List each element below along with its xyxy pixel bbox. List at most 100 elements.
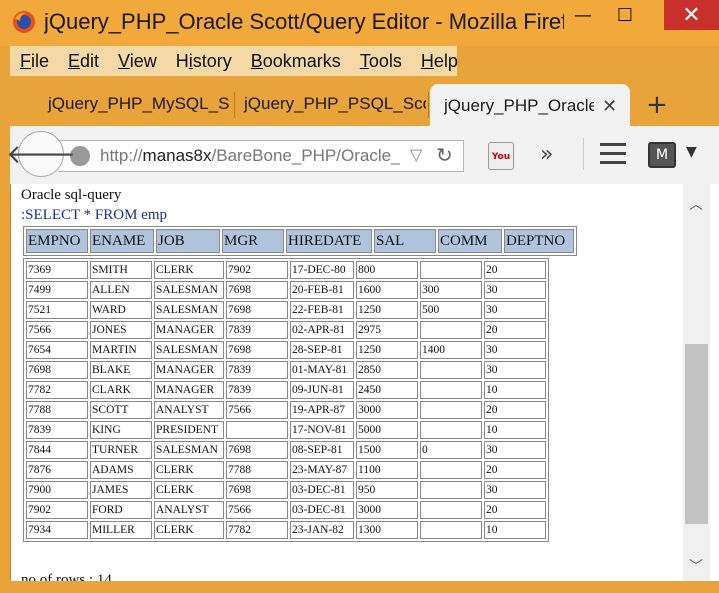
table-cell: 20 bbox=[484, 401, 546, 419]
hamburger-menu-icon[interactable] bbox=[600, 143, 626, 170]
table-row: 7839 KING PRESIDENT 17-NOV-81 5000 10 bbox=[26, 421, 546, 439]
youtube-icon[interactable]: You bbox=[488, 142, 514, 170]
table-cell bbox=[420, 401, 482, 419]
table-cell: 7839 bbox=[226, 381, 288, 399]
shield-icon[interactable]: M bbox=[648, 142, 676, 168]
tab-close-icon[interactable]: ✕ bbox=[602, 96, 617, 117]
table-cell: 1600 bbox=[356, 281, 418, 299]
table-cell: 20-FEB-81 bbox=[290, 281, 354, 299]
new-tab-button[interactable]: + bbox=[646, 90, 668, 120]
table-cell: 17-NOV-81 bbox=[290, 421, 354, 439]
table-row: 7698 BLAKE MANAGER 7839 01-MAY-81 2850 30 bbox=[26, 361, 546, 379]
table-row: 7876 ADAMS CLERK 7788 23-MAY-87 1100 20 bbox=[26, 461, 546, 479]
table-cell bbox=[420, 461, 482, 479]
scroll-down-icon[interactable]: ﹀ bbox=[689, 556, 703, 576]
table-cell: 7934 bbox=[26, 521, 88, 539]
menu-edit[interactable]: Edit bbox=[58, 51, 108, 72]
table-cell: MARTIN bbox=[90, 341, 152, 359]
table-cell: 17-DEC-80 bbox=[290, 261, 354, 279]
menu-view[interactable]: View bbox=[108, 51, 166, 72]
table-cell: 7566 bbox=[26, 321, 88, 339]
query-text: :SELECT * FROM emp bbox=[21, 207, 167, 223]
table-cell: 3000 bbox=[356, 401, 418, 419]
page-content: Oracle sql-query :SELECT * FROM emp EMPN… bbox=[10, 184, 719, 581]
menu-tools[interactable]: Tools bbox=[350, 51, 411, 72]
table-cell: 7900 bbox=[26, 481, 88, 499]
tab-mysql[interactable]: jQuery_PHP_MySQL_Scott bbox=[40, 84, 230, 124]
table-cell: PRESIDENT bbox=[154, 421, 224, 439]
data-table: 7369 SMITH CLERK 7902 17-DEC-80 800 20 7499 ALLE… bbox=[23, 258, 549, 542]
table-cell: 7698 bbox=[226, 281, 288, 299]
shield-dropdown-icon[interactable]: ▼ bbox=[686, 144, 697, 160]
table-cell: 7566 bbox=[226, 501, 288, 519]
table-cell: 7782 bbox=[226, 521, 288, 539]
table-cell: CLERK bbox=[154, 461, 224, 479]
minimize-button[interactable]: — bbox=[560, 0, 606, 30]
table-cell: MILLER bbox=[90, 521, 152, 539]
menu-history[interactable]: History bbox=[166, 51, 241, 72]
table-cell: 7876 bbox=[26, 461, 88, 479]
reload-icon[interactable]: ↻ bbox=[436, 143, 453, 167]
scrollbar-thumb[interactable] bbox=[685, 344, 708, 524]
table-cell: 0 bbox=[420, 441, 482, 459]
table-cell: 950 bbox=[356, 481, 418, 499]
vertical-scrollbar[interactable]: ︿ ﹀ bbox=[683, 184, 710, 581]
table-cell bbox=[420, 521, 482, 539]
table-row: 7782 CLARK MANAGER 7839 09-JUN-81 2450 10 bbox=[26, 381, 546, 399]
table-cell: TURNER bbox=[90, 441, 152, 459]
tab-oracle[interactable]: jQuery_PHP_Oracle Scott ✕ bbox=[430, 84, 630, 128]
table-cell: MANAGER bbox=[154, 361, 224, 379]
navigation-bar: http://manas8x/BareBone_PHP/Oracle_Scott… bbox=[6, 126, 719, 184]
table-cell: BLAKE bbox=[90, 361, 152, 379]
header-row: EMPNO ENAME JOB MGR HIREDATE SAL COMM DEPTNO bbox=[26, 229, 574, 253]
tab-separator bbox=[234, 92, 235, 118]
table-cell: 7698 bbox=[226, 301, 288, 319]
table-cell bbox=[420, 261, 482, 279]
url-bar[interactable]: http://manas8x/BareBone_PHP/Oracle_Scott… bbox=[58, 140, 464, 172]
table-cell: 2850 bbox=[356, 361, 418, 379]
table-cell: JONES bbox=[90, 321, 152, 339]
tab-psql[interactable]: jQuery_PHP_PSQL_Scott bbox=[236, 84, 426, 124]
table-cell: 7782 bbox=[26, 381, 88, 399]
toolbar-overflow-icon[interactable]: » bbox=[540, 142, 553, 167]
table-cell: CLARK bbox=[90, 381, 152, 399]
column-header: DEPTNO bbox=[504, 229, 574, 253]
column-header: JOB bbox=[156, 229, 220, 253]
back-arrow-icon: 🡐 bbox=[6, 139, 76, 170]
table-cell: 22-FEB-81 bbox=[290, 301, 354, 319]
maximize-button[interactable]: ☐ bbox=[602, 0, 648, 30]
table-cell: KING bbox=[90, 421, 152, 439]
url-dropdown-icon[interactable]: ▽ bbox=[410, 145, 422, 164]
table-cell: SCOTT bbox=[90, 401, 152, 419]
table-cell bbox=[420, 381, 482, 399]
table-cell: 7369 bbox=[26, 261, 88, 279]
table-cell: 08-SEP-81 bbox=[290, 441, 354, 459]
menu-help[interactable]: Help bbox=[411, 51, 467, 72]
table-cell: 7844 bbox=[26, 441, 88, 459]
table-row: 7566 JONES MANAGER 7839 02-APR-81 2975 20 bbox=[26, 321, 546, 339]
table-cell: ALLEN bbox=[90, 281, 152, 299]
menu-bar: File Edit View History Bookmarks Tools Help bbox=[10, 46, 458, 76]
menu-bookmarks[interactable]: Bookmarks bbox=[241, 51, 350, 72]
table-cell: 300 bbox=[420, 281, 482, 299]
menu-file[interactable]: File bbox=[10, 51, 58, 72]
table-cell: 800 bbox=[356, 261, 418, 279]
header-table: EMPNO ENAME JOB MGR HIREDATE SAL COMM DEPTNO bbox=[23, 226, 577, 256]
table-cell: 7654 bbox=[26, 341, 88, 359]
close-window-button[interactable]: ✕ bbox=[664, 0, 719, 30]
table-cell: 7521 bbox=[26, 301, 88, 319]
table-cell: 10 bbox=[484, 521, 546, 539]
table-row: 7844 TURNER SALESMAN 7698 08-SEP-81 1500 0 30 bbox=[26, 441, 546, 459]
table-cell: SALESMAN bbox=[154, 341, 224, 359]
table-row: 7499 ALLEN SALESMAN 7698 20-FEB-81 1600 300 30 bbox=[26, 281, 546, 299]
scroll-up-icon[interactable]: ︿ bbox=[689, 194, 703, 214]
table-cell: 7788 bbox=[26, 401, 88, 419]
table-cell: 10 bbox=[484, 381, 546, 399]
table-cell: 7698 bbox=[26, 361, 88, 379]
table-cell: 7902 bbox=[226, 261, 288, 279]
table-cell: 01-MAY-81 bbox=[290, 361, 354, 379]
table-cell: 20 bbox=[484, 461, 546, 479]
table-cell: 20 bbox=[484, 261, 546, 279]
column-header: COMM bbox=[438, 229, 502, 253]
back-button[interactable]: 🡐 bbox=[6, 131, 76, 177]
